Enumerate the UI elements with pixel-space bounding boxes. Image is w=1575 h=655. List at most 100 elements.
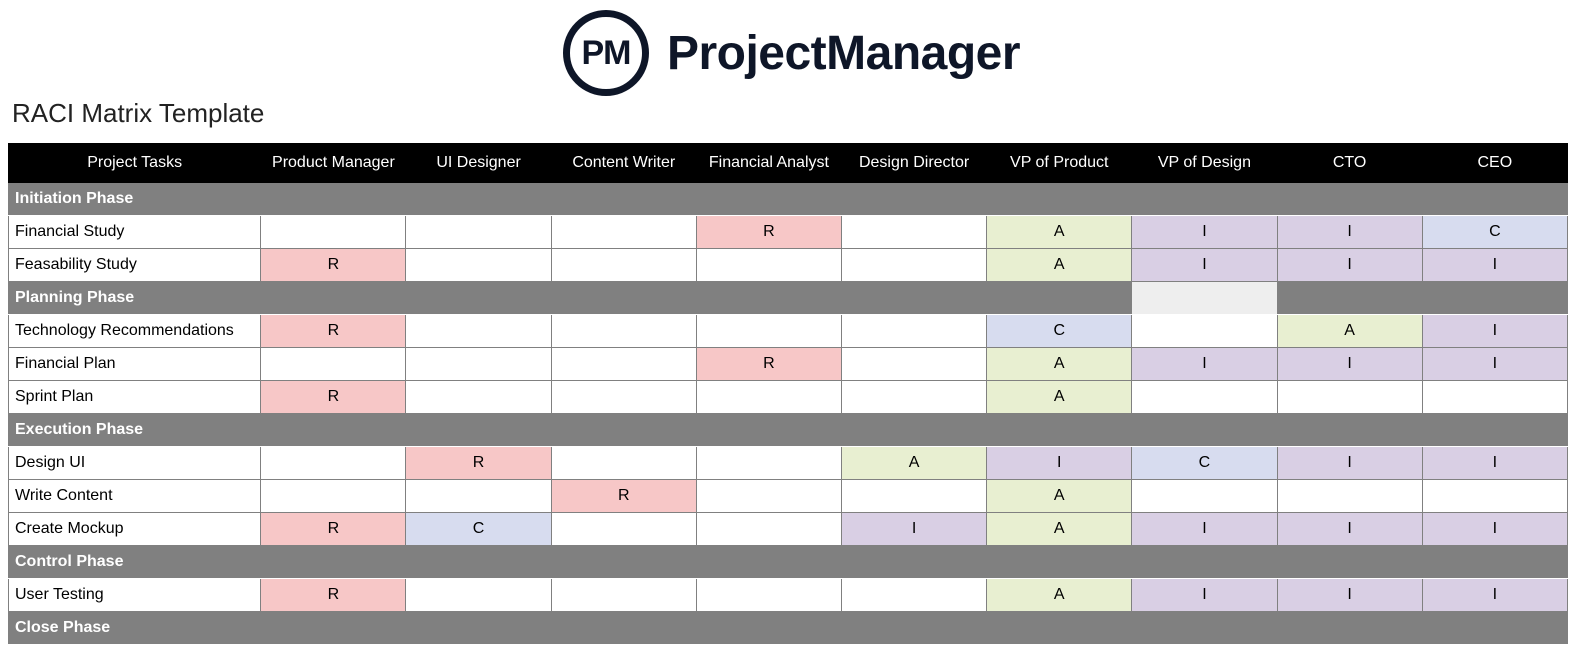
raci-cell: I <box>1277 447 1422 480</box>
phase-blank-cell <box>1277 282 1422 315</box>
raci-cell: I <box>1132 579 1277 612</box>
phase-blank-cell <box>261 612 406 645</box>
raci-cell <box>406 216 551 249</box>
phase-blank-cell <box>261 546 406 579</box>
table-body: Initiation PhaseFinancial StudyRAIICFeas… <box>9 183 1568 645</box>
phase-blank-cell <box>1132 414 1277 447</box>
raci-cell <box>551 348 696 381</box>
raci-cell <box>551 315 696 348</box>
task-name: Sprint Plan <box>9 381 261 414</box>
phase-blank-cell <box>696 282 841 315</box>
phase-blank-cell <box>551 282 696 315</box>
phase-blank-cell <box>1422 282 1567 315</box>
raci-cell: R <box>261 249 406 282</box>
raci-cell: R <box>551 480 696 513</box>
phase-blank-cell <box>987 282 1132 315</box>
phase-blank-cell <box>1277 414 1422 447</box>
phase-label: Close Phase <box>9 612 261 645</box>
raci-cell <box>1132 480 1277 513</box>
raci-cell <box>1277 480 1422 513</box>
raci-cell: C <box>1422 216 1567 249</box>
col-header-role: Content Writer <box>551 144 696 183</box>
raci-cell <box>406 480 551 513</box>
phase-blank-cell <box>1277 183 1422 216</box>
phase-blank-cell <box>1277 612 1422 645</box>
task-name: Create Mockup <box>9 513 261 546</box>
raci-cell: I <box>1132 513 1277 546</box>
raci-cell: I <box>1422 249 1567 282</box>
raci-cell <box>842 249 987 282</box>
phase-blank-cell <box>1132 183 1277 216</box>
raci-cell <box>1132 381 1277 414</box>
raci-cell: A <box>842 447 987 480</box>
phase-blank-cell <box>696 183 841 216</box>
raci-cell <box>406 348 551 381</box>
phase-blank-cell <box>842 183 987 216</box>
raci-cell: I <box>1422 447 1567 480</box>
phase-blank-cell <box>842 414 987 447</box>
raci-cell <box>696 315 841 348</box>
raci-cell <box>696 249 841 282</box>
raci-cell <box>696 513 841 546</box>
raci-cell: I <box>1422 315 1567 348</box>
phase-blank-cell <box>1422 183 1567 216</box>
raci-cell: C <box>1132 447 1277 480</box>
raci-cell: A <box>987 216 1132 249</box>
phase-blank-cell <box>987 414 1132 447</box>
task-name: User Testing <box>9 579 261 612</box>
raci-cell <box>696 579 841 612</box>
raci-cell <box>406 381 551 414</box>
raci-cell <box>842 381 987 414</box>
task-row: Financial StudyRAIIC <box>9 216 1568 249</box>
raci-cell: R <box>261 381 406 414</box>
raci-cell <box>842 315 987 348</box>
logo-mark-text: PM <box>581 34 630 73</box>
raci-cell: R <box>261 579 406 612</box>
raci-cell <box>261 447 406 480</box>
raci-cell <box>406 579 551 612</box>
task-name: Feasability Study <box>9 249 261 282</box>
brand-logo: PM ProjectManager <box>8 10 1575 96</box>
raci-cell: I <box>1422 348 1567 381</box>
phase-blank-cell <box>261 183 406 216</box>
col-header-role: UI Designer <box>406 144 551 183</box>
phase-row: Execution Phase <box>9 414 1568 447</box>
phase-blank-cell <box>551 546 696 579</box>
task-row: Write ContentRA <box>9 480 1568 513</box>
raci-cell: I <box>1277 348 1422 381</box>
col-header-role: VP of Product <box>987 144 1132 183</box>
raci-cell: A <box>1277 315 1422 348</box>
raci-cell <box>696 381 841 414</box>
raci-cell <box>551 249 696 282</box>
phase-blank-cell <box>406 282 551 315</box>
phase-blank-cell <box>987 183 1132 216</box>
phase-blank-cell <box>696 546 841 579</box>
raci-cell: A <box>987 579 1132 612</box>
raci-cell <box>842 579 987 612</box>
raci-cell: A <box>987 348 1132 381</box>
raci-cell <box>261 348 406 381</box>
phase-row: Planning Phase <box>9 282 1568 315</box>
header-row: Project TasksProduct ManagerUI DesignerC… <box>9 144 1568 183</box>
phase-blank-cell <box>1422 414 1567 447</box>
raci-cell: R <box>696 348 841 381</box>
raci-cell: C <box>987 315 1132 348</box>
phase-blank-cell <box>551 414 696 447</box>
raci-cell <box>551 447 696 480</box>
phase-blank-cell <box>551 183 696 216</box>
col-header-role: CTO <box>1277 144 1422 183</box>
task-row: Sprint PlanRA <box>9 381 1568 414</box>
raci-cell <box>1132 315 1277 348</box>
col-header-role: Design Director <box>842 144 987 183</box>
phase-blank-cell <box>406 414 551 447</box>
phase-blank-cell <box>1132 546 1277 579</box>
phase-label: Initiation Phase <box>9 183 261 216</box>
phase-blank-cell <box>1422 612 1567 645</box>
raci-cell <box>551 579 696 612</box>
raci-cell <box>261 480 406 513</box>
phase-row: Close Phase <box>9 612 1568 645</box>
phase-blank-cell <box>261 282 406 315</box>
raci-cell <box>842 480 987 513</box>
raci-cell: I <box>1132 249 1277 282</box>
col-header-role: CEO <box>1422 144 1567 183</box>
